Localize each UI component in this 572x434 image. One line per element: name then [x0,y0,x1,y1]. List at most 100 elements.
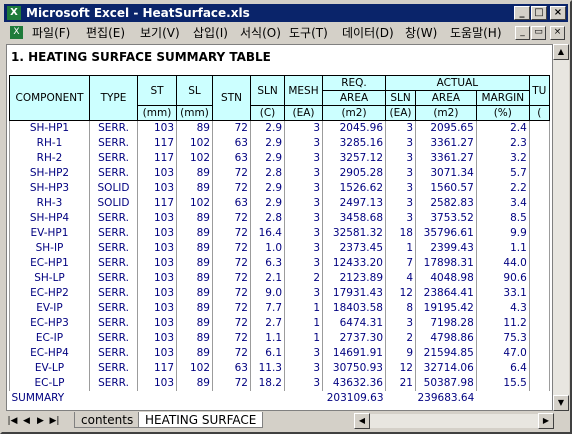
cell-actual-sln[interactable]: 3 [385,316,416,331]
doc-minimize-button[interactable]: _ [515,26,530,40]
cell-actual-sln[interactable]: 21 [385,376,416,391]
cell-sl[interactable]: 102 [176,136,213,151]
cell-req-area[interactable]: 2737.30 [322,331,386,346]
sheet-title[interactable]: 1. HEATING SURFACE SUMMARY TABLE [11,50,271,64]
cell-type[interactable]: SERR. [89,166,138,181]
cell-actual-area[interactable]: 23864.41 [415,286,477,301]
header-st[interactable]: ST [137,75,177,106]
scroll-up-arrow-icon[interactable]: ▲ [553,44,569,60]
cell-type[interactable]: SERR. [89,271,138,286]
cell-type[interactable]: SERR. [89,286,138,301]
tab-heating-surface[interactable]: HEATING SURFACE [138,412,264,428]
cell-type[interactable]: SERR. [89,256,138,271]
cell-tu[interactable] [528,286,550,301]
cell-actual-area[interactable]: 17898.31 [415,256,477,271]
cell-margin[interactable]: 6.4 [475,361,530,376]
cell-tu[interactable] [528,256,550,271]
maximize-button[interactable]: □ [531,6,547,20]
menu-edit[interactable]: 편집(E) [86,23,125,43]
cell-st[interactable]: 103 [137,256,177,271]
cell-actual-sln[interactable]: 2 [385,331,416,346]
cell-component[interactable]: EC-HP4 [9,346,90,361]
cell-actual-area[interactable]: 2582.83 [415,196,477,211]
cell-req-area[interactable]: 2373.45 [322,241,386,256]
cell-type[interactable]: SERR. [89,376,138,391]
header-stn[interactable]: STN [212,75,251,121]
cell-st[interactable]: 117 [137,361,177,376]
cell-component[interactable]: EC-IP [9,331,90,346]
cell-component[interactable]: EV-HP1 [9,226,90,241]
cell-sl[interactable]: 89 [176,211,213,226]
cell-stn[interactable]: 63 [212,151,251,166]
cell-margin[interactable]: 33.1 [475,286,530,301]
cell-tu[interactable] [528,301,550,316]
cell-margin[interactable]: 9.9 [475,226,530,241]
cell-component[interactable]: SH-HP4 [9,211,90,226]
header-component[interactable]: COMPONENT [9,75,90,121]
cell-actual-sln[interactable]: 3 [385,181,416,196]
cell-req-area[interactable]: 3458.68 [322,211,386,226]
cell-sl[interactable]: 89 [176,256,213,271]
cell-st[interactable]: 103 [137,376,177,391]
cell-actual-sln[interactable]: 9 [385,346,416,361]
cell-tu[interactable] [528,120,550,136]
cell-margin[interactable]: 2.2 [475,181,530,196]
cell-stn[interactable]: 72 [212,346,251,361]
cell-st[interactable]: 103 [137,120,177,136]
cell-margin[interactable]: 90.6 [475,271,530,286]
cell-component[interactable]: SH-LP [9,271,90,286]
cell-req-area[interactable]: 32581.32 [322,226,386,241]
cell-mesh[interactable]: 3 [284,256,323,271]
cell-component[interactable]: RH-1 [9,136,90,151]
cell-sln[interactable]: 9.0 [250,286,285,301]
cell-stn[interactable]: 63 [212,196,251,211]
cell-st[interactable]: 117 [137,196,177,211]
header-sln[interactable]: SLN [250,75,285,106]
cell-actual-sln[interactable]: 7 [385,256,416,271]
cell-st[interactable]: 103 [137,166,177,181]
cell-req-area[interactable]: 2123.89 [322,271,386,286]
unit-sl[interactable]: (mm) [176,105,213,121]
cell-stn[interactable]: 72 [212,241,251,256]
header-tu[interactable]: TU [528,75,550,106]
cell-tu[interactable] [528,316,550,331]
worksheet-grid[interactable]: 1. HEATING SURFACE SUMMARY TABLE COMPONE… [6,44,553,411]
cell-actual-sln[interactable]: 12 [385,361,416,376]
header-actual[interactable]: ACTUAL [385,75,530,91]
cell-st[interactable]: 117 [137,151,177,166]
cell-actual-area[interactable]: 3071.34 [415,166,477,181]
cell-actual-area[interactable]: 3361.27 [415,136,477,151]
cell-type[interactable]: SERR. [89,120,138,136]
cell-actual-area[interactable]: 50387.98 [415,376,477,391]
cell-stn[interactable]: 72 [212,331,251,346]
cell-tu[interactable] [528,211,550,226]
cell-req-area[interactable]: 30750.93 [322,361,386,376]
cell-req-area[interactable]: 2045.96 [322,120,386,136]
cell-tu[interactable] [528,271,550,286]
title-bar[interactable]: X Microsoft Excel - HeatSurface.xls _ □ … [4,4,568,22]
cell-component[interactable]: SH-HP3 [9,181,90,196]
cell-mesh[interactable]: 3 [284,196,323,211]
cell-component[interactable]: RH-2 [9,151,90,166]
cell-mesh[interactable]: 3 [284,136,323,151]
cell-sl[interactable]: 89 [176,226,213,241]
cell-actual-area[interactable]: 32714.06 [415,361,477,376]
cell-mesh[interactable]: 3 [284,376,323,391]
header-req-area[interactable]: AREA [322,90,386,106]
cell-st[interactable]: 103 [137,331,177,346]
header-actual-area[interactable]: AREA [415,90,477,106]
cell-req-area[interactable]: 3257.12 [322,151,386,166]
cell-component[interactable]: RH-3 [9,196,90,211]
cell-margin[interactable]: 4.3 [475,301,530,316]
scroll-right-arrow-icon[interactable]: ▶ [538,413,554,429]
cell-sl[interactable]: 89 [176,316,213,331]
unit-actual-area[interactable]: (m2) [415,105,477,121]
scroll-down-arrow-icon[interactable]: ▼ [553,395,569,411]
cell-sln[interactable]: 18.2 [250,376,285,391]
last-sheet-icon[interactable]: ▶| [48,414,61,428]
cell-type[interactable]: SERR. [89,136,138,151]
cell-component[interactable]: SH-HP2 [9,166,90,181]
cell-mesh[interactable]: 3 [284,151,323,166]
header-actual-sln[interactable]: SLN [385,90,416,106]
cell-tu[interactable] [528,226,550,241]
